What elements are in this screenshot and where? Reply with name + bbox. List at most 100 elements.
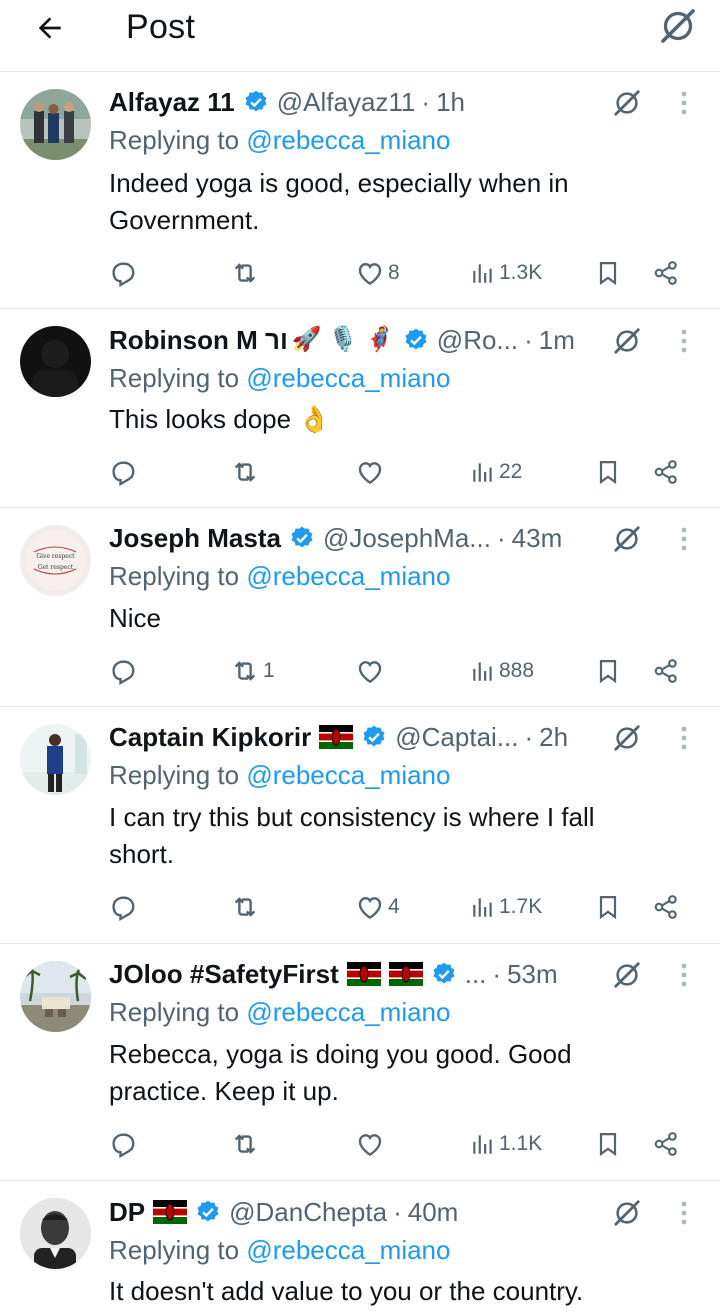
bookmark-button[interactable] xyxy=(594,452,622,492)
tweet-text: I can try this but consistency is where … xyxy=(109,802,595,869)
repost-button[interactable]: 1 xyxy=(230,651,275,691)
grok-analyze-button[interactable] xyxy=(610,522,644,556)
views-button[interactable]: 888 xyxy=(470,651,534,691)
share-button[interactable] xyxy=(652,1124,680,1164)
share-icon xyxy=(652,458,680,486)
separator-dot: · xyxy=(421,87,431,117)
display-name[interactable]: Robinson M ור xyxy=(109,323,288,357)
more-vertical-icon xyxy=(681,91,687,115)
views-count: 1.7K xyxy=(499,895,543,918)
mention-link[interactable]: @rebecca_miano xyxy=(246,363,450,393)
like-button[interactable] xyxy=(355,651,388,691)
views-button[interactable]: 1.1K xyxy=(470,1124,542,1164)
repost-button[interactable] xyxy=(230,452,263,492)
bookmark-icon xyxy=(594,892,622,922)
reply-button[interactable] xyxy=(108,651,141,691)
mention-link[interactable]: @rebecca_miano xyxy=(246,561,450,591)
more-options-button[interactable] xyxy=(672,324,696,358)
more-options-button[interactable] xyxy=(672,86,696,120)
tweet-text: This looks dope 👌 xyxy=(109,404,331,434)
share-icon xyxy=(652,1130,680,1158)
views-button[interactable]: 1.3K xyxy=(470,253,542,293)
avatar[interactable] xyxy=(20,326,91,397)
like-button[interactable] xyxy=(355,1124,388,1164)
mention-link[interactable]: @rebecca_miano xyxy=(246,997,450,1027)
more-options-button[interactable] xyxy=(672,522,696,556)
display-name[interactable]: DP xyxy=(109,1195,145,1229)
more-options-button[interactable] xyxy=(672,1196,696,1230)
tweet-text: Nice xyxy=(109,603,162,633)
avatar[interactable] xyxy=(20,724,91,795)
like-button[interactable] xyxy=(355,452,388,492)
reply-tweet[interactable]: DP @DanChepta · 40m Replying to @rebecca… xyxy=(0,1181,720,1312)
reply-icon xyxy=(108,656,138,686)
display-name[interactable]: Alfayaz 11 xyxy=(109,85,235,119)
grok-analyze-button[interactable] xyxy=(610,1196,644,1230)
like-icon xyxy=(355,258,385,288)
back-button[interactable] xyxy=(30,8,70,48)
reply-button[interactable] xyxy=(108,1124,141,1164)
separator-dot: · xyxy=(393,1197,402,1227)
bookmark-icon xyxy=(594,457,622,487)
repost-button[interactable] xyxy=(230,887,263,927)
repost-button[interactable] xyxy=(230,1124,263,1164)
user-handle[interactable]: @Ro... xyxy=(437,323,518,357)
repost-icon xyxy=(230,892,260,922)
avatar[interactable]: Give respect Get respect xyxy=(20,525,91,596)
grok-analyze-button[interactable] xyxy=(610,86,644,120)
grok-analyze-button[interactable] xyxy=(610,721,644,755)
reply-tweet[interactable]: Give respect Get respect Joseph Masta @Jo… xyxy=(0,508,720,707)
grok-analyze-button[interactable] xyxy=(610,958,644,992)
avatar[interactable] xyxy=(20,961,91,1032)
bookmark-button[interactable] xyxy=(594,887,622,927)
reply-button[interactable] xyxy=(108,887,141,927)
separator-dot: · xyxy=(524,722,534,752)
mention-link[interactable]: @rebecca_miano xyxy=(246,760,450,790)
tweet-text: Indeed yoga is good, especially when in … xyxy=(109,168,569,235)
timestamp[interactable]: 40m xyxy=(408,1195,459,1229)
tweet-actions: 22 xyxy=(0,452,720,492)
timestamp[interactable]: 53m xyxy=(507,957,558,991)
avatar[interactable] xyxy=(20,89,91,160)
grok-button[interactable] xyxy=(656,4,700,48)
more-options-button[interactable] xyxy=(672,958,696,992)
reply-tweet[interactable]: Captain Kipkorir @Captai... · 2h Replyin… xyxy=(0,707,720,944)
reply-tweet[interactable]: Alfayaz 11 @Alfayaz11 · 1h Replying to @… xyxy=(0,72,720,309)
share-button[interactable] xyxy=(652,887,680,927)
user-handle[interactable]: @JosephMa... xyxy=(323,521,491,555)
user-handle[interactable]: @DanChepta xyxy=(229,1195,387,1229)
views-button[interactable]: 22 xyxy=(470,452,522,492)
more-options-button[interactable] xyxy=(672,721,696,755)
mention-link[interactable]: @rebecca_miano xyxy=(246,1235,450,1265)
bookmark-button[interactable] xyxy=(594,253,622,293)
reply-button[interactable] xyxy=(108,253,141,293)
repost-button[interactable] xyxy=(230,253,263,293)
timestamp[interactable]: 2h xyxy=(539,720,568,754)
timestamp[interactable]: 1h xyxy=(436,85,465,119)
reply-tweet[interactable]: JOloo #SafetyFirst ... · 53m Replying to… xyxy=(0,944,720,1181)
display-name[interactable]: Joseph Masta xyxy=(109,521,281,555)
reply-button[interactable] xyxy=(108,452,141,492)
share-button[interactable] xyxy=(652,651,680,691)
bookmark-button[interactable] xyxy=(594,1124,622,1164)
user-handle[interactable]: ... xyxy=(465,957,487,991)
like-button[interactable]: 4 xyxy=(355,887,400,927)
like-button[interactable]: 8 xyxy=(355,253,400,293)
share-button[interactable] xyxy=(652,253,680,293)
views-button[interactable]: 1.7K xyxy=(470,887,542,927)
views-count: 1.1K xyxy=(499,1132,543,1155)
repost-icon xyxy=(230,656,260,686)
timestamp[interactable]: 1m xyxy=(539,323,575,357)
reply-tweet[interactable]: Robinson M ור 🚀 🎙️ 🦸 @Ro... · 1m Replyin… xyxy=(0,309,720,508)
display-name[interactable]: Captain Kipkorir xyxy=(109,720,311,754)
mention-link[interactable]: @rebecca_miano xyxy=(246,125,450,155)
timestamp[interactable]: 43m xyxy=(512,521,563,555)
kenya-flag-icon xyxy=(153,1200,188,1224)
bookmark-button[interactable] xyxy=(594,651,622,691)
user-handle[interactable]: @Captai... xyxy=(395,720,518,754)
user-handle[interactable]: @Alfayaz11 xyxy=(277,85,416,119)
grok-analyze-button[interactable] xyxy=(610,324,644,358)
avatar[interactable] xyxy=(20,1198,91,1269)
share-button[interactable] xyxy=(652,452,680,492)
display-name[interactable]: JOloo #SafetyFirst xyxy=(109,957,339,991)
